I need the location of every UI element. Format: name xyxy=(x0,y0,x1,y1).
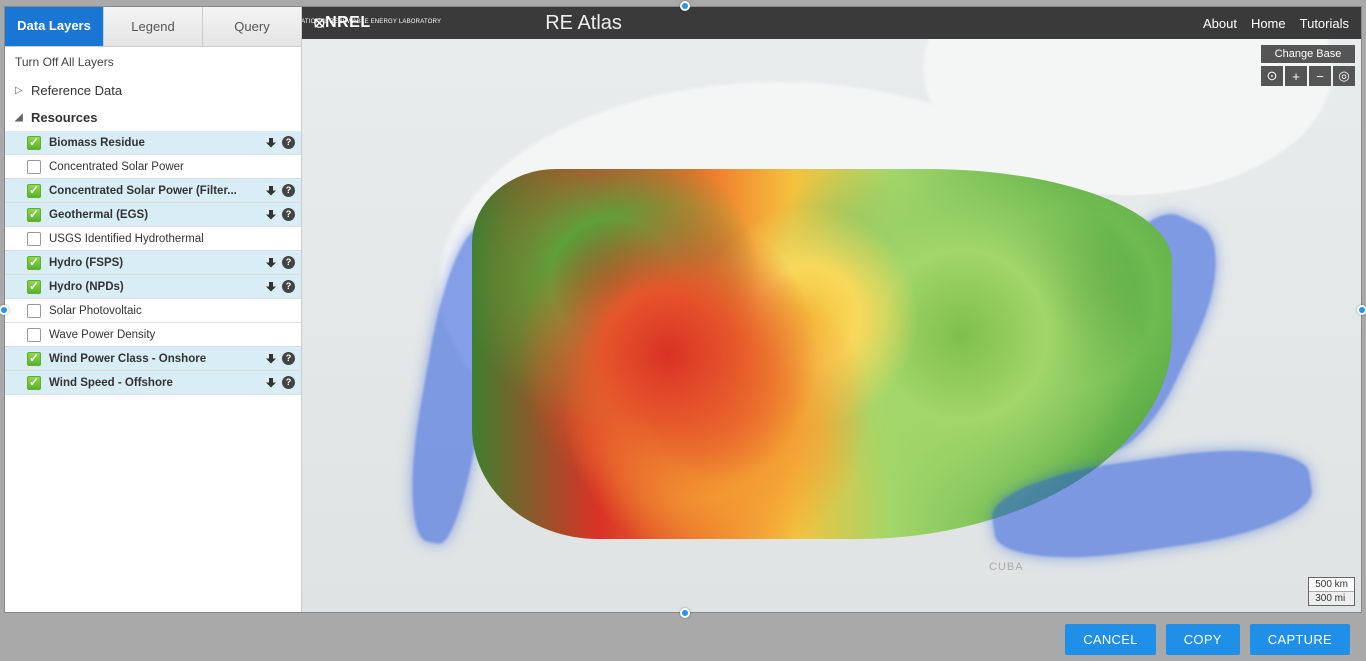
link-about[interactable]: About xyxy=(1203,16,1237,31)
layer-row[interactable]: Wave Power Density xyxy=(5,323,301,347)
layer-tools: ? xyxy=(266,376,295,390)
layer-checkbox[interactable] xyxy=(27,376,41,390)
layer-label: Concentrated Solar Power xyxy=(49,161,295,173)
map-area[interactable]: ⦻NREL NATIONAL RENEWABLE ENERGY LABORATO… xyxy=(302,7,1361,612)
logo-subtitle: NATIONAL RENEWABLE ENERGY LABORATORY xyxy=(302,19,441,25)
layer-checkbox[interactable] xyxy=(27,160,41,174)
scale-km: 500 km xyxy=(1309,578,1354,592)
layer-tree: ▷ Reference Data ◢ Resources Biomass Res… xyxy=(5,77,301,612)
layer-label: Geothermal (EGS) xyxy=(49,209,266,221)
top-bar: ⦻NREL NATIONAL RENEWABLE ENERGY LABORATO… xyxy=(302,7,1361,39)
layer-tools: ? xyxy=(266,208,295,222)
section-label: Reference Data xyxy=(31,83,122,98)
download-icon[interactable] xyxy=(266,352,276,366)
map-tools: Change Base ⊙ + − ◎ xyxy=(1261,45,1355,86)
capture-button[interactable]: CAPTURE xyxy=(1250,624,1350,655)
layer-row[interactable]: Biomass Residue? xyxy=(5,131,301,155)
map-label-cuba: CUBA xyxy=(989,561,1024,573)
help-icon[interactable]: ? xyxy=(282,208,295,221)
help-icon[interactable]: ? xyxy=(282,352,295,365)
zoom-out-button[interactable]: − xyxy=(1309,66,1331,86)
scale-mi: 300 mi xyxy=(1309,592,1354,605)
layer-row[interactable]: Geothermal (EGS)? xyxy=(5,203,301,227)
layer-checkbox[interactable] xyxy=(27,208,41,222)
layer-label: Wind Speed - Offshore xyxy=(49,377,266,389)
layer-row[interactable]: USGS Identified Hydrothermal xyxy=(5,227,301,251)
layer-row[interactable]: Wind Speed - Offshore? xyxy=(5,371,301,395)
download-icon[interactable] xyxy=(266,376,276,390)
link-home[interactable]: Home xyxy=(1251,16,1286,31)
layer-label: Concentrated Solar Power (Filter... xyxy=(49,185,266,197)
home-extent-button[interactable]: ◎ xyxy=(1333,66,1355,86)
selection-handle-bottom[interactable] xyxy=(680,608,690,618)
help-icon[interactable]: ? xyxy=(282,184,295,197)
map-canvas[interactable]: CUBA xyxy=(302,39,1361,612)
tab-legend[interactable]: Legend xyxy=(104,7,203,46)
layer-row[interactable]: Solar Photovoltaic xyxy=(5,299,301,323)
section-label: Resources xyxy=(31,110,97,125)
app-title: RE Atlas xyxy=(545,12,622,35)
layer-row[interactable]: Concentrated Solar Power (Filter...? xyxy=(5,179,301,203)
layer-row[interactable]: Hydro (FSPS)? xyxy=(5,251,301,275)
download-icon[interactable] xyxy=(266,184,276,198)
capture-toolbar: CANCEL COPY CAPTURE xyxy=(0,617,1366,661)
layer-tools: ? xyxy=(266,256,295,270)
help-icon[interactable]: ? xyxy=(282,136,295,149)
tab-query[interactable]: Query xyxy=(203,7,301,46)
top-links: About Home Tutorials xyxy=(1203,16,1349,31)
layer-label: Biomass Residue xyxy=(49,137,266,149)
layer-row[interactable]: Hydro (NPDs)? xyxy=(5,275,301,299)
selection-handle-right[interactable] xyxy=(1357,305,1366,315)
cancel-button[interactable]: CANCEL xyxy=(1065,624,1156,655)
download-icon[interactable] xyxy=(266,256,276,270)
sidebar: Data Layers Legend Query Turn Off All La… xyxy=(5,7,302,612)
turn-off-all-layers[interactable]: Turn Off All Layers xyxy=(5,47,301,77)
layer-label: Hydro (NPDs) xyxy=(49,281,266,293)
layer-label: Hydro (FSPS) xyxy=(49,257,266,269)
layer-label: Wave Power Density xyxy=(49,329,295,341)
layer-row[interactable]: Concentrated Solar Power xyxy=(5,155,301,179)
layer-row[interactable]: Wind Power Class - Onshore? xyxy=(5,347,301,371)
layer-label: USGS Identified Hydrothermal xyxy=(49,233,295,245)
zoom-in-button[interactable]: + xyxy=(1285,66,1307,86)
help-icon[interactable]: ? xyxy=(282,376,295,389)
identify-tool-button[interactable]: ⊙ xyxy=(1261,66,1283,86)
layer-tools: ? xyxy=(266,280,295,294)
layer-label: Solar Photovoltaic xyxy=(49,305,295,317)
layer-checkbox[interactable] xyxy=(27,256,41,270)
layer-checkbox[interactable] xyxy=(27,328,41,342)
sidebar-tabs: Data Layers Legend Query xyxy=(5,7,301,47)
chevron-right-icon: ▷ xyxy=(15,85,25,96)
layer-tools: ? xyxy=(266,352,295,366)
layer-label: Wind Power Class - Onshore xyxy=(49,353,266,365)
copy-button[interactable]: COPY xyxy=(1166,624,1240,655)
layer-checkbox[interactable] xyxy=(27,352,41,366)
selection-handle-top[interactable] xyxy=(680,1,690,11)
layer-checkbox[interactable] xyxy=(27,136,41,150)
layer-tools: ? xyxy=(266,184,295,198)
download-icon[interactable] xyxy=(266,208,276,222)
layer-checkbox[interactable] xyxy=(27,184,41,198)
layer-checkbox[interactable] xyxy=(27,232,41,246)
download-icon[interactable] xyxy=(266,136,276,150)
layer-tools: ? xyxy=(266,136,295,150)
chevron-down-icon: ◢ xyxy=(15,112,25,123)
scale-bar: 500 km 300 mi xyxy=(1308,577,1355,606)
download-icon[interactable] xyxy=(266,280,276,294)
help-icon[interactable]: ? xyxy=(282,256,295,269)
section-reference-data[interactable]: ▷ Reference Data xyxy=(5,77,301,104)
help-icon[interactable]: ? xyxy=(282,280,295,293)
link-tutorials[interactable]: Tutorials xyxy=(1300,16,1349,31)
app-frame: Data Layers Legend Query Turn Off All La… xyxy=(4,6,1362,613)
change-base-button[interactable]: Change Base xyxy=(1261,45,1355,63)
section-resources[interactable]: ◢ Resources xyxy=(5,104,301,131)
tab-data-layers[interactable]: Data Layers xyxy=(5,7,104,46)
layer-checkbox[interactable] xyxy=(27,280,41,294)
layer-checkbox[interactable] xyxy=(27,304,41,318)
